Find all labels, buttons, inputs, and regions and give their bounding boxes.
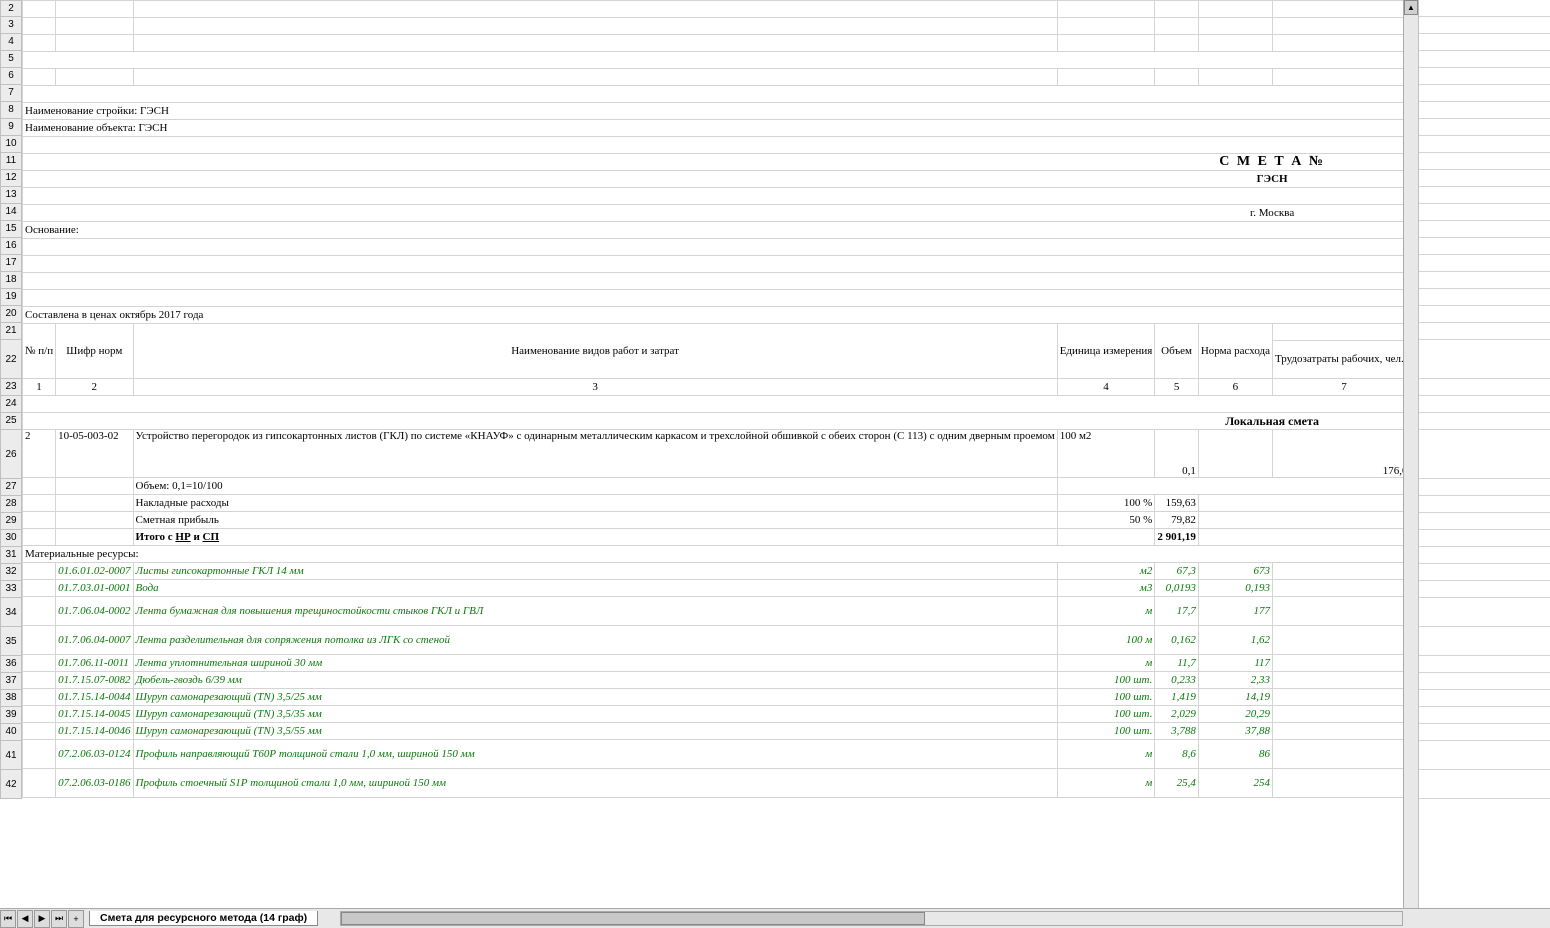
work-volnote: Объем: 0,1=10/100 [133,478,1057,495]
material-row: 01.7.06.04-0002Лента бумажная для повыше… [23,597,1404,626]
material-row: 01.7.15.07-0082Дюбель-гвоздь 6/39 мм100 … [23,672,1404,689]
spreadsheet-grid[interactable]: Утверждаю Смету в сумме 3,14 тыс. руб. _… [22,0,1403,908]
material-row: 01.7.06.11-0011Лента уплотнительная шири… [23,655,1404,672]
stroika: Наименование стройки: ГЭСН [23,103,1404,120]
object: Наименование объекта: ГЭСН [23,120,1404,137]
sheet-tab[interactable]: Смета для ресурсного метода (14 граф) [89,911,318,926]
hdr-n: № п/п [23,324,56,379]
material-row: 01.7.15.14-0046Шуруп самонарезающий (TN)… [23,723,1404,740]
material-row: 07.2.06.03-0186Профиль стоечный S1Р толщ… [23,769,1404,798]
material-row: 01.7.15.14-0044Шуруп самонарезающий (TN)… [23,689,1404,706]
tab-nav-next[interactable]: ▶ [34,910,50,928]
material-row: 07.2.06.03-0124Профиль направляющий Т60Р… [23,740,1404,769]
vertical-scrollbar[interactable]: ▲ [1403,0,1418,908]
hdr-vol: Объем [1155,324,1199,379]
hdr-name: Наименование видов работ и затрат [133,324,1057,379]
hdr-code: Шифр норм [56,324,133,379]
hdr-unit: Единица измерения [1057,324,1155,379]
material-row: 01.6.01.02-0007Листы гипсокартонные ГКЛ … [23,563,1404,580]
priced-in: Составлена в ценах октябрь 2017 года [23,307,1404,324]
total-label: Итого с НР и СП [133,529,1057,546]
section-title: Локальная смета [23,413,1404,430]
smeta-sub: ГЭСН [23,171,1404,188]
material-row: 01.7.15.14-0045Шуруп самонарезающий (TN)… [23,706,1404,723]
work-row: 2 10-05-003-02 Устройство перегородок из… [23,430,1404,478]
material-row: 01.7.06.04-0007Лента разделительная для … [23,626,1404,655]
row-headers: 2345678910111213141516171819202122232425… [0,0,22,799]
tab-nav-first[interactable]: ⏮ [0,910,16,928]
hdr-group1: Затраты на единицу измерения [1273,324,1404,341]
hdr-norm: Норма расхода [1198,324,1272,379]
basis: Основание: [23,222,1404,239]
materials-title: Материальные ресурсы: [23,546,1404,563]
material-row: 01.7.03.01-0001Водам30,01930,1932,440,05 [23,580,1404,597]
tab-add[interactable]: + [68,910,84,928]
tab-nav-prev[interactable]: ◀ [17,910,33,928]
smeta-title: С М Е Т А № [23,154,1404,171]
tab-nav-last[interactable]: ⏭ [51,910,67,928]
hdr-c7: Трудозатраты рабочих, чел.-ч [1273,341,1404,379]
scroll-up-icon[interactable]: ▲ [1404,0,1418,15]
city: г. Москва [23,205,1404,222]
total-value: 2 901,19 [1155,529,1199,546]
horizontal-scrollbar[interactable] [340,911,1403,926]
right-empty-columns [1418,0,1550,908]
